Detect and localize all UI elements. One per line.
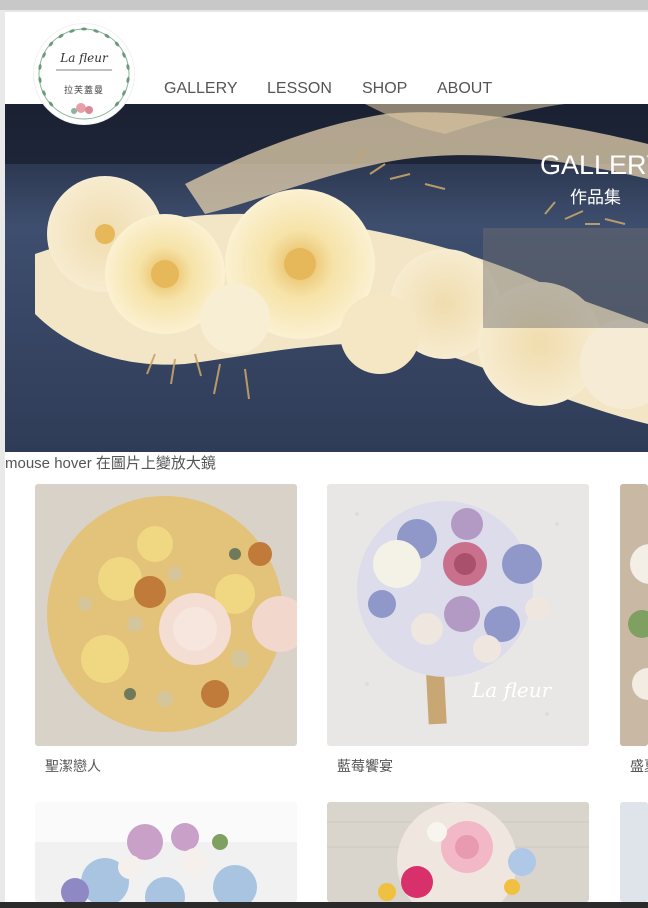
hero-title: GALLERY <box>540 150 648 180</box>
browser-frame-top <box>0 0 648 10</box>
partial-bouquet-photo <box>620 484 648 746</box>
nav-item-gallery[interactable]: GALLERY <box>164 80 238 98</box>
gallery-card-4-image[interactable] <box>35 802 297 902</box>
logo-subtitle: 拉芙蓋曼 <box>63 86 104 96</box>
gallery-card-2-image[interactable]: La fleur <box>327 484 589 746</box>
gallery-card-5-image[interactable] <box>327 802 589 902</box>
gallery-card-1-caption[interactable]: 聖潔戀人 <box>45 756 101 776</box>
browser-frame-divider <box>0 10 648 12</box>
gallery-card-1-image[interactable] <box>35 484 297 746</box>
gallery-card-3-image[interactable] <box>620 484 648 746</box>
laurel-wreath-icon <box>38 27 130 120</box>
nav-item-about[interactable]: ABOUT <box>437 80 492 98</box>
site-logo[interactable]: La fleur 拉芙蓋曼 <box>34 24 134 124</box>
browser-frame-bottom <box>0 902 648 908</box>
pink-rose-bouquet-photo <box>327 802 589 902</box>
gallery-card-6-image[interactable] <box>620 802 648 902</box>
partial-bouquet-photo-2 <box>620 802 648 902</box>
hero-subtitle: 作品集 <box>570 188 621 208</box>
pastel-bouquet-photo <box>35 802 297 902</box>
watermark-text: La fleur <box>471 678 553 702</box>
dried-flower-bouquet-photo <box>35 484 297 746</box>
nav-item-lesson[interactable]: LESSON <box>267 80 332 98</box>
gallery-card-3-caption[interactable]: 盛夏 <box>630 756 648 776</box>
hero-caption-box <box>483 228 648 328</box>
hover-hint-text: mouse hover 在圖片上變放大鏡 <box>5 455 216 472</box>
nav-item-shop[interactable]: SHOP <box>362 80 407 98</box>
blue-pink-bouquet-photo: La fleur <box>327 484 589 746</box>
gallery-card-2-caption[interactable]: 藍莓饗宴 <box>337 756 393 776</box>
logo-title: La fleur <box>60 51 108 65</box>
